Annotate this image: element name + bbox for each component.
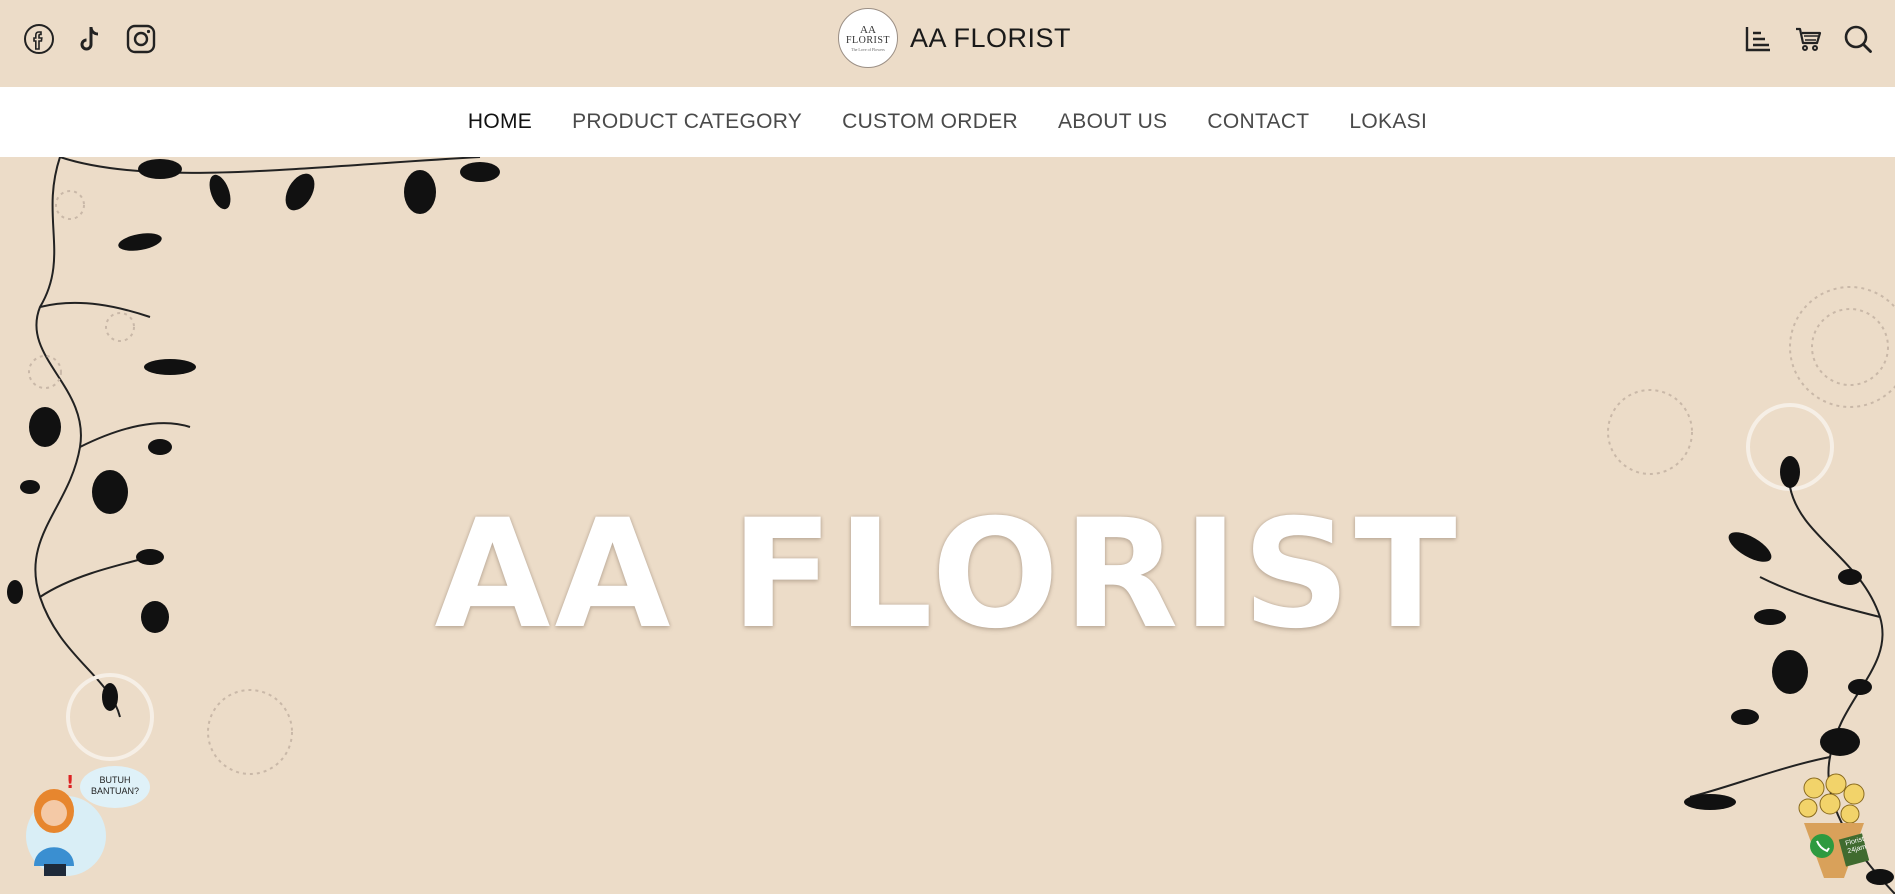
header-actions: [1741, 22, 1875, 56]
hero-title: AA FLORIST: [434, 488, 1461, 662]
nav-lokasi[interactable]: LOKASI: [1349, 110, 1427, 134]
main-nav: HOME PRODUCT CATEGORY CUSTOM ORDER ABOUT…: [0, 87, 1895, 157]
tiktok-icon[interactable]: [73, 22, 107, 56]
nav-about-us[interactable]: ABOUT US: [1058, 110, 1167, 134]
logo-line2: FLORIST: [845, 34, 891, 46]
instagram-icon[interactable]: [124, 22, 158, 56]
logo-line1: AA: [860, 23, 876, 36]
help-chat-widget[interactable]: ! BUTUH BANTUAN?: [26, 766, 150, 876]
brand-logo[interactable]: AA FLORIST The Love of Flowers: [838, 8, 898, 68]
hero-banner: AA FLORIST: [0, 157, 1895, 894]
nav-custom-order[interactable]: CUSTOM ORDER: [842, 110, 1018, 134]
facebook-icon[interactable]: [22, 22, 56, 56]
brand-name[interactable]: AA FLORIST: [910, 23, 1071, 54]
social-links: [22, 22, 158, 56]
svg-text:!: !: [66, 772, 74, 793]
cart-icon[interactable]: [1791, 22, 1825, 56]
whatsapp-icon: [1798, 773, 1870, 878]
nav-contact[interactable]: CONTACT: [1207, 110, 1309, 134]
search-icon[interactable]: [1841, 22, 1875, 56]
nav-product-category[interactable]: PRODUCT CATEGORY: [572, 110, 802, 134]
brand[interactable]: AA FLORIST The Love of Flowers AA FLORIS…: [838, 8, 1071, 68]
top-bar: AA FLORIST The Love of Flowers AA FLORIS…: [0, 0, 1895, 87]
help-bubble-text: BUTUH BANTUAN?: [80, 766, 150, 808]
nav-home[interactable]: HOME: [468, 110, 532, 134]
logo-tagline: The Love of Flowers: [851, 46, 885, 52]
whatsapp-bouquet-widget[interactable]: Florist 24jam: [1784, 768, 1880, 888]
sort-icon[interactable]: [1741, 22, 1775, 56]
